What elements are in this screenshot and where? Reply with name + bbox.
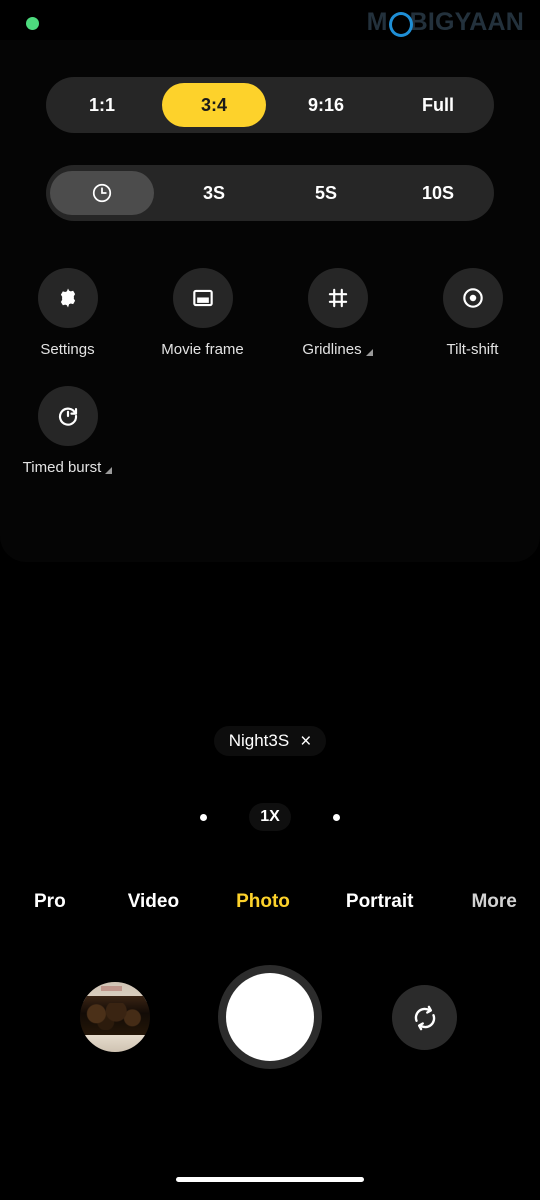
tool-gridlines-label: Gridlines xyxy=(302,341,362,358)
home-indicator xyxy=(176,1177,364,1182)
timed-burst-icon xyxy=(58,407,77,426)
tool-movie-frame[interactable]: Movie frame xyxy=(135,268,270,358)
tab-photo[interactable]: Photo xyxy=(236,891,290,913)
tool-gridlines-label-row: Gridlines xyxy=(302,341,373,358)
tool-movie-frame-button[interactable] xyxy=(172,268,233,328)
zoom-level-value[interactable]: 1X xyxy=(249,803,291,831)
aspect-ratio-option-3-4[interactable]: 3:4 xyxy=(162,83,266,127)
flip-camera-icon xyxy=(414,1005,435,1030)
tool-tilt-shift-button[interactable] xyxy=(442,268,503,328)
thumbnail-food-detail xyxy=(84,1003,146,1030)
tool-timed-burst-button[interactable] xyxy=(37,386,98,446)
tool-settings-button[interactable] xyxy=(37,268,98,328)
active-mode-chip: Night3S × xyxy=(0,726,540,756)
timer-option-off[interactable] xyxy=(50,171,154,215)
mobigyaan-watermark: MOBIGYAAN xyxy=(367,7,524,37)
expand-triangle-icon[interactable] xyxy=(365,349,373,356)
tool-gridlines[interactable]: Gridlines xyxy=(270,268,405,358)
camera-app-screen: MOBIGYAAN 1:1 3:4 9:16 Full 3S 5S 10S xyxy=(0,0,540,1200)
zoom-dot-right[interactable] xyxy=(332,813,340,821)
shutter-button[interactable] xyxy=(218,965,322,1069)
tool-tilt-shift-label-row: Tilt-shift xyxy=(447,341,499,358)
movie-frame-icon xyxy=(192,289,213,307)
tab-pro[interactable]: Pro xyxy=(34,891,66,913)
gallery-thumbnail[interactable] xyxy=(80,982,150,1052)
gear-icon xyxy=(60,288,75,308)
camera-mode-tabs: Pro Video Photo Portrait More xyxy=(0,884,540,920)
tilt-shift-icon xyxy=(462,288,483,308)
tool-timed-burst-label-row: Timed burst xyxy=(23,459,113,476)
timer-option-3s[interactable]: 3S xyxy=(162,171,266,215)
tool-settings-label-row: Settings xyxy=(40,341,94,358)
flip-camera-button[interactable] xyxy=(392,985,457,1050)
tab-video[interactable]: Video xyxy=(128,891,179,913)
tool-settings-label: Settings xyxy=(40,341,95,358)
zoom-dot-left[interactable] xyxy=(200,813,208,821)
timer-option-5s[interactable]: 5S xyxy=(274,171,378,215)
close-icon[interactable]: × xyxy=(300,732,311,751)
aspect-ratio-selector[interactable]: 1:1 3:4 9:16 Full xyxy=(46,77,494,133)
camera-tools-grid: Settings Movie frame Gridlines Tilt-shif… xyxy=(0,268,540,504)
expand-triangle-icon[interactable] xyxy=(105,467,113,474)
tool-tilt-shift[interactable]: Tilt-shift xyxy=(405,268,540,358)
tool-settings[interactable]: Settings xyxy=(0,268,135,358)
privacy-indicator-dot xyxy=(26,17,39,30)
aspect-ratio-option-full[interactable]: Full xyxy=(386,83,490,127)
tab-more[interactable]: More xyxy=(471,891,516,913)
watermark-o-circle: O xyxy=(388,7,413,37)
timer-selector[interactable]: 3S 5S 10S xyxy=(46,165,494,221)
zoom-control[interactable]: 1X xyxy=(0,803,540,831)
active-mode-label: Night3S xyxy=(228,731,290,750)
tool-tilt-shift-label: Tilt-shift xyxy=(446,341,499,358)
timer-option-10s[interactable]: 10S xyxy=(386,171,490,215)
active-mode-chip-body[interactable]: Night3S × xyxy=(213,726,327,756)
gridlines-icon xyxy=(328,288,347,308)
tool-movie-frame-label: Movie frame xyxy=(161,341,244,358)
camera-settings-panel: 1:1 3:4 9:16 Full 3S 5S 10S Settings Mov… xyxy=(0,40,540,562)
clock-icon xyxy=(92,183,112,203)
tool-timed-burst-label: Timed burst xyxy=(22,459,102,476)
aspect-ratio-option-1-1[interactable]: 1:1 xyxy=(50,83,154,127)
tool-gridlines-button[interactable] xyxy=(307,268,368,328)
tool-movie-frame-label-row: Movie frame xyxy=(161,341,244,358)
tool-timed-burst[interactable]: Timed burst xyxy=(0,386,135,476)
shutter-button-inner xyxy=(226,973,314,1061)
watermark-post: BIGYAAN xyxy=(409,8,524,36)
tab-portrait[interactable]: Portrait xyxy=(346,891,414,913)
thumbnail-plate xyxy=(80,1035,150,1052)
watermark-pre: M xyxy=(366,8,388,36)
thumbnail-rim xyxy=(101,986,122,991)
aspect-ratio-option-9-16[interactable]: 9:16 xyxy=(274,83,378,127)
